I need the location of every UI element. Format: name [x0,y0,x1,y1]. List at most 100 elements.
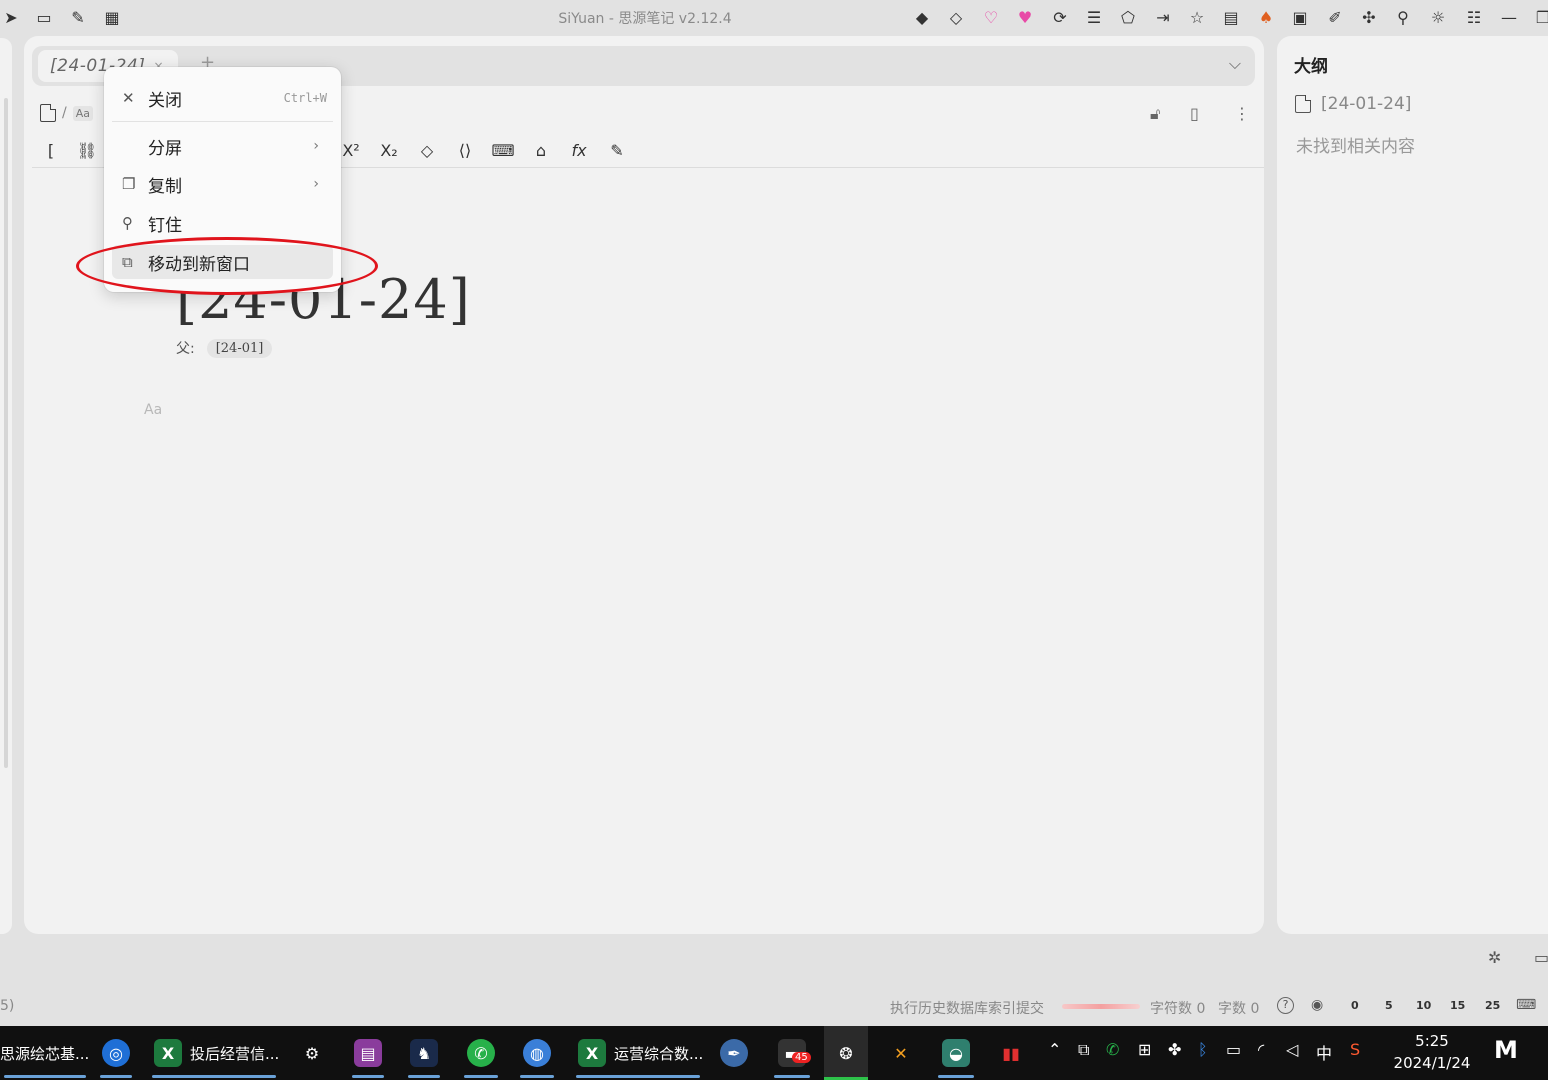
taskbar-app[interactable]: ✆ [460,1026,502,1080]
taskbar-app[interactable]: 思源绘芯基... [0,1026,90,1080]
taskbar-app-label: 思源绘芯基... [0,1044,90,1063]
zoom-level[interactable]: 10 [1416,999,1431,1012]
heart-outline-icon[interactable]: ♡ [980,6,1002,28]
more-vertical-icon[interactable]: ⋮ [1234,104,1250,123]
excel-icon: X [578,1039,606,1067]
font-aa-icon[interactable]: Aa [72,105,93,121]
file-icon[interactable]: ▯ [1190,104,1199,123]
xmind-icon: ✕ [894,1043,908,1063]
fox-icon[interactable]: ♠ [1255,6,1277,28]
parent-chip[interactable]: [24-01] [206,338,273,358]
heart-filled-icon[interactable]: ♥ [1014,6,1036,28]
eraser-icon[interactable]: ◇ [414,138,440,162]
document-icon[interactable] [40,104,56,122]
taskbar-app[interactable]: ◎ [96,1026,136,1080]
graph-icon[interactable]: ✲ [1488,948,1501,967]
diamond-icon[interactable]: ◆ [911,6,933,28]
menu-item-label: 分屏 [148,138,182,159]
block-font-aa-icon[interactable]: Aa [144,402,162,418]
menu-item-move-to-new-window[interactable]: ⧉ 移动到新窗口 [112,245,333,279]
menu-item-label: 移动到新窗口 [148,254,250,275]
book-icon[interactable]: ▤ [1220,6,1242,28]
taskbar-app[interactable]: ▮▮ [990,1026,1032,1080]
search-icon[interactable]: ⚲ [1392,6,1414,28]
keyboard-icon[interactable]: ⌨ [490,138,516,162]
restore-icon[interactable]: ❐ [1532,6,1548,28]
list-icon[interactable]: ☰ [1083,6,1105,28]
zoom-level[interactable]: 5 [1385,999,1393,1012]
tag-icon[interactable]: ⌂ [528,138,554,162]
taskbar-app[interactable]: ▬ 45 [770,1026,814,1080]
clock-time: 5:25 [1415,1032,1449,1050]
cat-icon: ♞ [410,1039,438,1067]
bracket-tool[interactable]: [ [38,138,64,162]
taskbar-app[interactable]: ✒ [714,1026,754,1080]
star-icon[interactable]: ☆ [1186,6,1208,28]
image-icon[interactable]: ▣ [1289,6,1311,28]
subscript-icon[interactable]: X₂ [376,138,402,162]
superscript-icon[interactable]: X² [338,138,364,162]
feather-icon: ✒ [720,1039,748,1067]
puzzle-icon[interactable]: ✣ [1358,6,1380,28]
sun-icon[interactable]: ☼ [1427,6,1449,28]
browser-icon: ◎ [102,1039,130,1067]
menu-item-close[interactable]: ✕ 关闭 Ctrl+W [112,81,333,115]
volume-icon[interactable]: ◁ [1286,1040,1298,1059]
battery-icon[interactable]: ▭ [1226,1040,1241,1059]
tab-list-chevron-icon[interactable]: ⌵ [1229,54,1241,74]
sogou-icon[interactable]: S [1350,1040,1360,1059]
globe-icon: ◍ [523,1039,551,1067]
zoom-level[interactable]: 0 [1351,999,1359,1012]
zoom-level[interactable]: 15 [1450,999,1465,1012]
formula-icon[interactable]: fx [566,138,592,162]
diamond-outline-icon[interactable]: ◇ [945,6,967,28]
sliders-icon[interactable]: ☷ [1463,6,1485,28]
bluetooth-icon[interactable]: ᛒ [1198,1040,1208,1059]
chevron-up-icon[interactable]: ⌃ [1048,1040,1061,1059]
outline-document-item[interactable]: [24-01-24] [1295,94,1411,114]
code-icon[interactable]: ⟨⟩ [452,138,478,162]
menu-item-copy[interactable]: ❐ 复制 › [112,167,333,201]
eye-icon[interactable]: ◉ [1311,997,1323,1013]
taskbar-app-active[interactable]: ❂ [824,1026,868,1080]
memo-icon[interactable]: ✎ [604,138,630,162]
taskbar-app[interactable]: X 运营综合数... [572,1026,704,1080]
menu-item-label: 关闭 [148,90,182,111]
remote-icon[interactable]: ⧉ [1078,1040,1089,1060]
taskbar-app[interactable]: ◍ [516,1026,558,1080]
taskbar-app[interactable]: ♞ [404,1026,444,1080]
login-icon[interactable]: ⇥ [1152,6,1174,28]
taskbar-app[interactable]: ⚙ [292,1026,332,1080]
outline-title: 大纲 [1294,57,1328,77]
wechat-tray-icon[interactable]: ✆ [1106,1040,1119,1059]
parent-label: 父: [176,341,195,357]
left-dock-edge [0,38,12,934]
taskbar-app[interactable]: ▤ [348,1026,388,1080]
sync-icon[interactable]: ⟳ [1049,6,1071,28]
zoom-level[interactable]: 25 [1485,999,1500,1012]
draw-icon[interactable]: ✐ [1324,6,1346,28]
link-icon[interactable]: ⛓ [74,138,100,162]
wifi-icon[interactable]: ◜ [1258,1040,1264,1059]
taskbar-app[interactable]: ✕ [880,1026,922,1080]
menu-item-split[interactable]: 分屏 › [112,129,333,163]
menu-item-pin[interactable]: ⚲ 钉住 [112,206,333,240]
shirt-icon[interactable]: ⬠ [1117,6,1139,28]
scrollbar[interactable] [4,98,8,768]
tab-context-menu: ✕ 关闭 Ctrl+W 分屏 › ❐ 复制 › ⚲ 钉住 ⧉ 移动到新窗口 [104,67,341,292]
outline-empty-text: 未找到相关内容 [1296,137,1415,157]
ime-indicator[interactable]: 中 [1316,1040,1332,1064]
copy-icon: ❐ [122,175,136,193]
taskbar-app[interactable]: ◒ [934,1026,978,1080]
inbox-icon[interactable]: ▭ [1534,948,1548,967]
logo-icon[interactable]: M [1494,1036,1518,1064]
help-icon[interactable]: ? [1277,997,1294,1014]
minimize-icon[interactable]: — [1498,6,1520,28]
keyboard-icon[interactable]: ⌨ [1516,997,1536,1013]
taskbar-app[interactable]: X 投后经营信... [148,1026,280,1080]
network-share-icon[interactable]: ✤ [1168,1040,1181,1059]
document-icon [1295,95,1311,113]
unlock-icon[interactable]: 🔓︎ [1150,104,1160,124]
windows-icon[interactable]: ⊞ [1138,1040,1151,1059]
system-clock[interactable]: 5:25 2024/1/24 [1392,1030,1472,1074]
